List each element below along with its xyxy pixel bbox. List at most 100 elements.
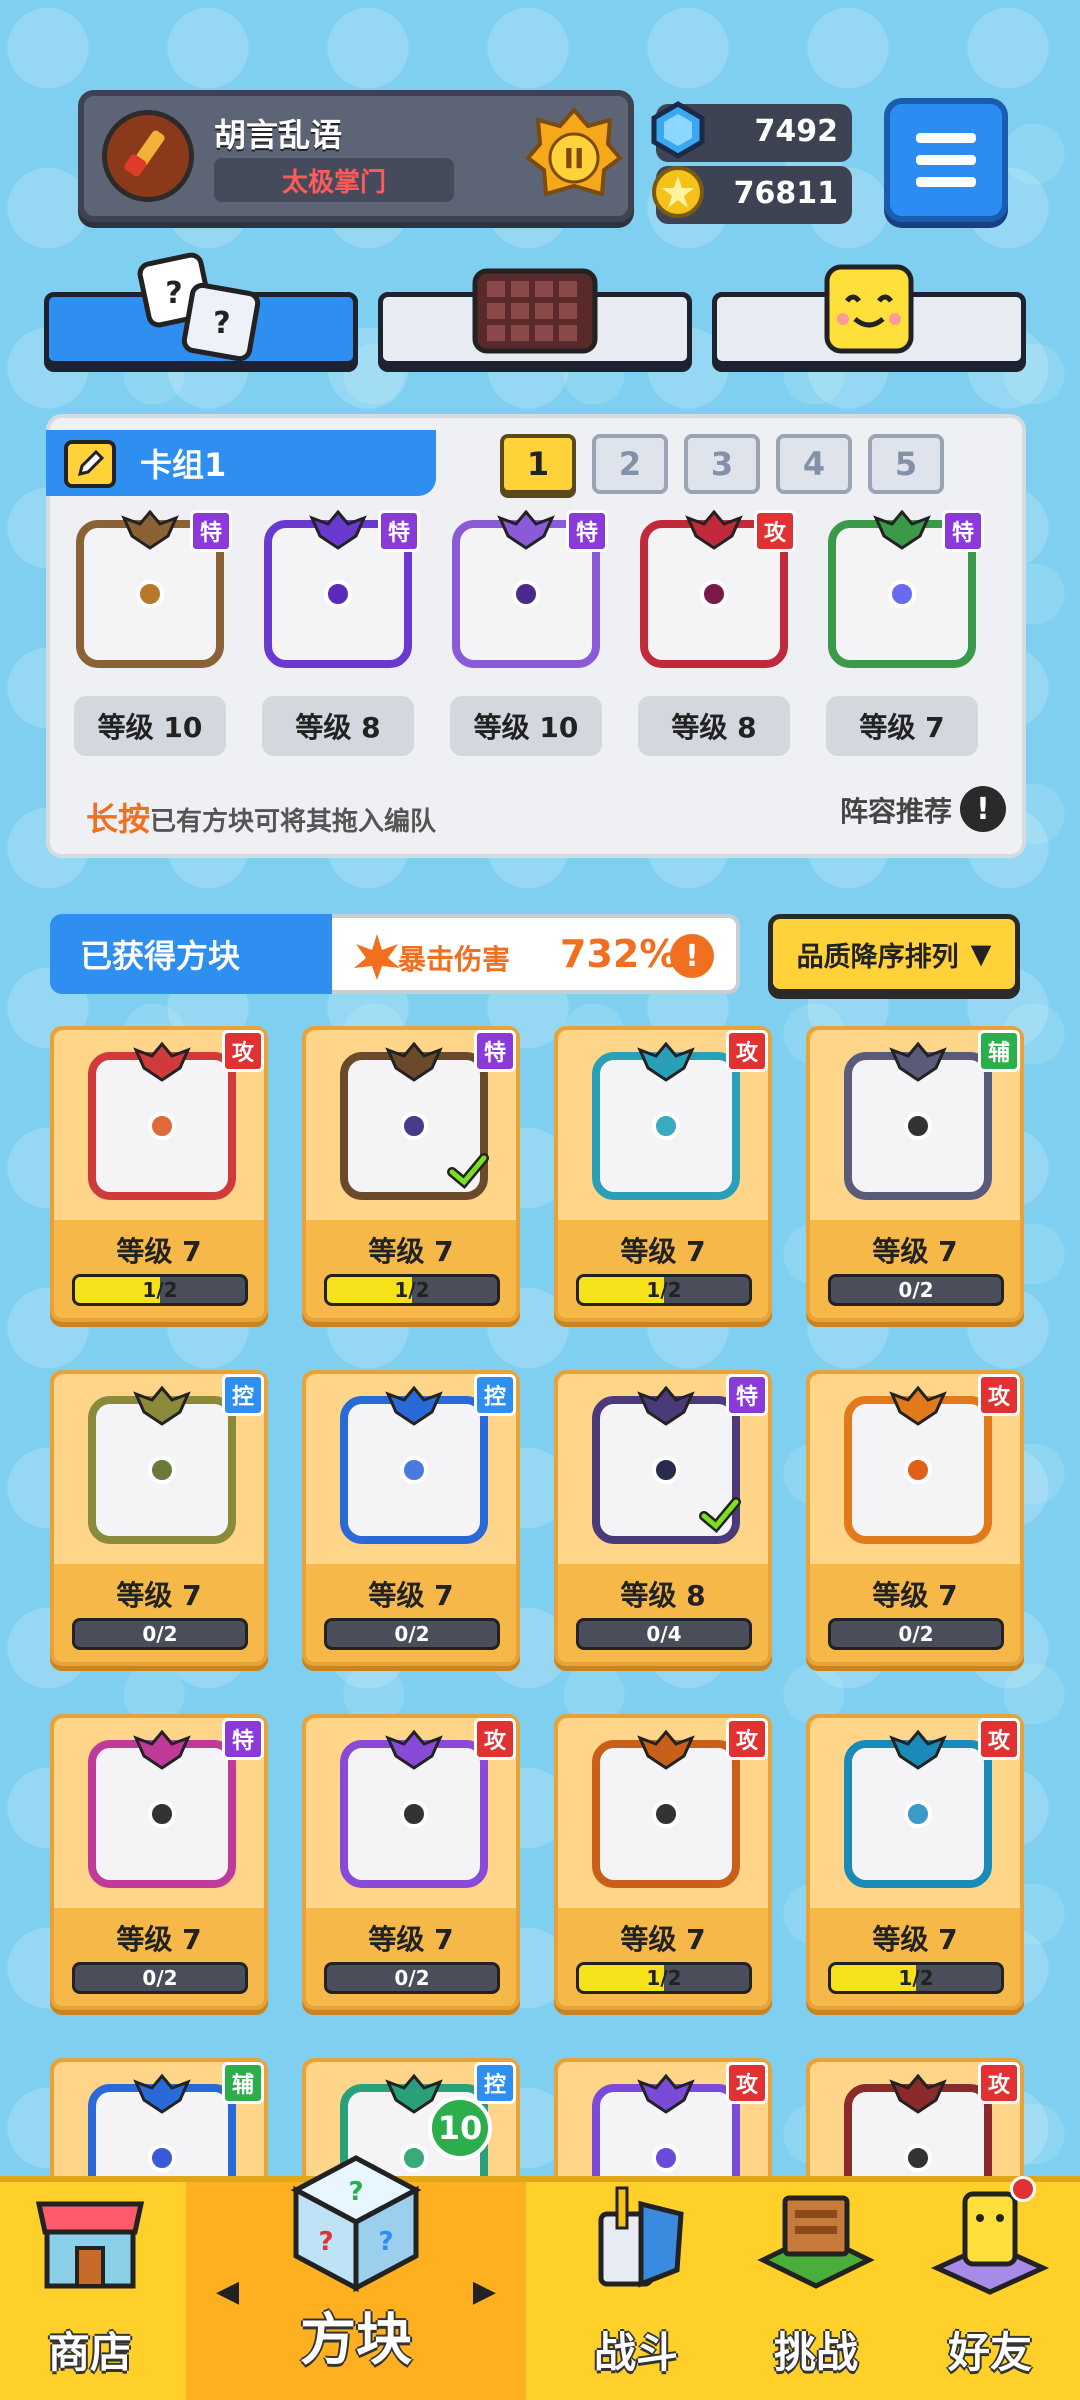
- dragon-crest-icon: [889, 1042, 947, 1082]
- svg-text:?: ?: [378, 2227, 393, 2257]
- nav-battle[interactable]: 战斗: [546, 2182, 726, 2400]
- rank-badge-icon[interactable]: II: [524, 106, 624, 206]
- nav-cube[interactable]: ? ? ? ◀ ▶ 方块: [186, 2155, 526, 2400]
- owned-card[interactable]: 控等级 7 0/2: [302, 1370, 520, 1666]
- owned-card-level: 等级 7: [116, 1235, 202, 1268]
- dragon-crest-icon: [889, 1386, 947, 1426]
- dragon-crest-icon: [385, 1042, 443, 1082]
- owned-card[interactable]: 特等级 7 1/2: [302, 1026, 520, 1322]
- owned-card[interactable]: 特等级 8 0/4: [554, 1370, 772, 1666]
- card-type-badge: 特: [378, 510, 420, 552]
- upgrade-progress-bar: 1/2: [576, 1274, 752, 1306]
- deck-card[interactable]: 特: [76, 510, 232, 668]
- svg-text:?: ?: [165, 276, 182, 311]
- deck-card[interactable]: 攻: [640, 510, 796, 668]
- crit-info-icon[interactable]: !: [670, 934, 714, 978]
- upgrade-progress-bar: 1/2: [72, 1274, 248, 1306]
- owned-card-level: 等级 7: [368, 1235, 454, 1268]
- upgrade-progress-bar: 1/2: [828, 1962, 1004, 1994]
- card-type-badge: 辅: [222, 2062, 264, 2104]
- upgrade-progress-bar: 0/2: [828, 1618, 1004, 1650]
- upgrade-progress-bar: 0/2: [324, 1618, 500, 1650]
- smiley-face-icon: [824, 264, 914, 354]
- friends-notification-dot: [1010, 2176, 1036, 2202]
- in-deck-check-icon: [699, 1497, 741, 1534]
- edit-deck-button[interactable]: [64, 440, 116, 488]
- dragon-crest-icon: [873, 510, 931, 550]
- dice-center-dot: [512, 580, 540, 608]
- deck-page-1[interactable]: 1: [500, 434, 576, 494]
- deck-page-4[interactable]: 4: [776, 434, 852, 494]
- player-profile-panel[interactable]: 胡言乱语 太极掌门 II: [78, 90, 634, 222]
- crit-damage-value: 732%: [560, 932, 678, 976]
- upgrade-progress-text: 0/2: [142, 1966, 178, 1990]
- owned-card[interactable]: 攻等级 7 1/2: [554, 1026, 772, 1322]
- nav-shop[interactable]: 商店: [0, 2182, 180, 2400]
- owned-dice-face: [88, 1042, 236, 1200]
- card-type-badge: 特: [190, 510, 232, 552]
- rank-label: II: [564, 142, 585, 175]
- card-type-badge: 攻: [726, 1718, 768, 1760]
- crit-burst-icon: [354, 934, 400, 980]
- owned-card[interactable]: 攻等级 7 1/2: [806, 1714, 1024, 2010]
- card-type-badge: 特: [942, 510, 984, 552]
- nav-battle-label: 战斗: [593, 2328, 678, 2377]
- owned-card-level: 等级 7: [116, 1923, 202, 1956]
- tab-face[interactable]: [712, 264, 1026, 366]
- card-type-badge: 特: [566, 510, 608, 552]
- owned-card[interactable]: 攻等级 7 0/2: [302, 1714, 520, 2010]
- dice-center-dot: [148, 1456, 176, 1484]
- owned-card-level: 等级 7: [872, 1923, 958, 1956]
- owned-card[interactable]: 攻等级 7 1/2: [554, 1714, 772, 2010]
- bottom-nav: 商店 ? ? ? ◀ ▶ 方块 战斗 挑战 好友: [0, 2155, 1080, 2400]
- upgrade-progress-text: 1/2: [394, 1278, 430, 1302]
- main-menu-button[interactable]: [884, 98, 1008, 222]
- owned-dice-face: [844, 1386, 992, 1544]
- owned-card-level: 等级 7: [872, 1579, 958, 1612]
- card-type-badge: 攻: [474, 1718, 516, 1760]
- dragon-crest-icon: [133, 1386, 191, 1426]
- owned-card[interactable]: 特等级 7 0/2: [50, 1714, 268, 2010]
- friends-icon: [930, 2191, 1050, 2295]
- card-type-badge: 控: [474, 1374, 516, 1416]
- dice-center-dot: [652, 2144, 680, 2172]
- gold-coin-icon: [652, 166, 704, 218]
- player-avatar[interactable]: [102, 110, 194, 202]
- deck-page-5[interactable]: 5: [868, 434, 944, 494]
- owned-card[interactable]: 攻等级 7 0/2: [806, 1370, 1024, 1666]
- owned-card-level: 等级 7: [368, 1923, 454, 1956]
- cube-icon: ? ? ?: [290, 2155, 422, 2293]
- gem-counter[interactable]: 7492: [651, 101, 852, 162]
- tab-board[interactable]: [378, 268, 692, 366]
- dice-center-dot: [400, 1800, 428, 1828]
- dragon-crest-icon: [637, 1386, 695, 1426]
- deck-card[interactable]: 特: [452, 510, 608, 668]
- gold-counter[interactable]: 76811: [652, 166, 852, 224]
- lineup-recommend-button[interactable]: 阵容推荐: [840, 790, 952, 830]
- upgrade-progress-text: 0/2: [898, 1278, 934, 1302]
- nav-challenge-label: 挑战: [773, 2328, 858, 2377]
- owned-dice-face: [340, 1730, 488, 1888]
- deck-card[interactable]: 特: [264, 510, 420, 668]
- owned-dice-face: [340, 1386, 488, 1544]
- card-type-badge: 攻: [978, 1374, 1020, 1416]
- dice-center-dot: [400, 1456, 428, 1484]
- owned-card[interactable]: 控等级 7 0/2: [50, 1370, 268, 1666]
- tab-dice[interactable]: ? ?: [44, 252, 358, 366]
- dragon-crest-icon: [889, 1730, 947, 1770]
- lineup-info-icon[interactable]: !: [960, 786, 1006, 832]
- owned-card[interactable]: 攻等级 7 1/2: [50, 1026, 268, 1322]
- upgrade-progress-text: 0/2: [394, 1966, 430, 1990]
- sort-dropdown[interactable]: 品质降序排列 ▼: [768, 914, 1020, 994]
- nav-friends[interactable]: 好友: [900, 2182, 1080, 2400]
- dragon-crest-icon: [133, 2074, 191, 2114]
- dice-center-dot: [136, 580, 164, 608]
- owned-card[interactable]: 辅等级 7 0/2: [806, 1026, 1024, 1322]
- deck-card[interactable]: 特: [828, 510, 984, 668]
- deck-page-3[interactable]: 3: [684, 434, 760, 494]
- dice-center-dot: [904, 2144, 932, 2172]
- nav-challenge[interactable]: 挑战: [726, 2182, 906, 2400]
- svg-text:?: ?: [348, 2177, 363, 2207]
- deck-page-2[interactable]: 2: [592, 434, 668, 494]
- dragon-crest-icon: [497, 510, 555, 550]
